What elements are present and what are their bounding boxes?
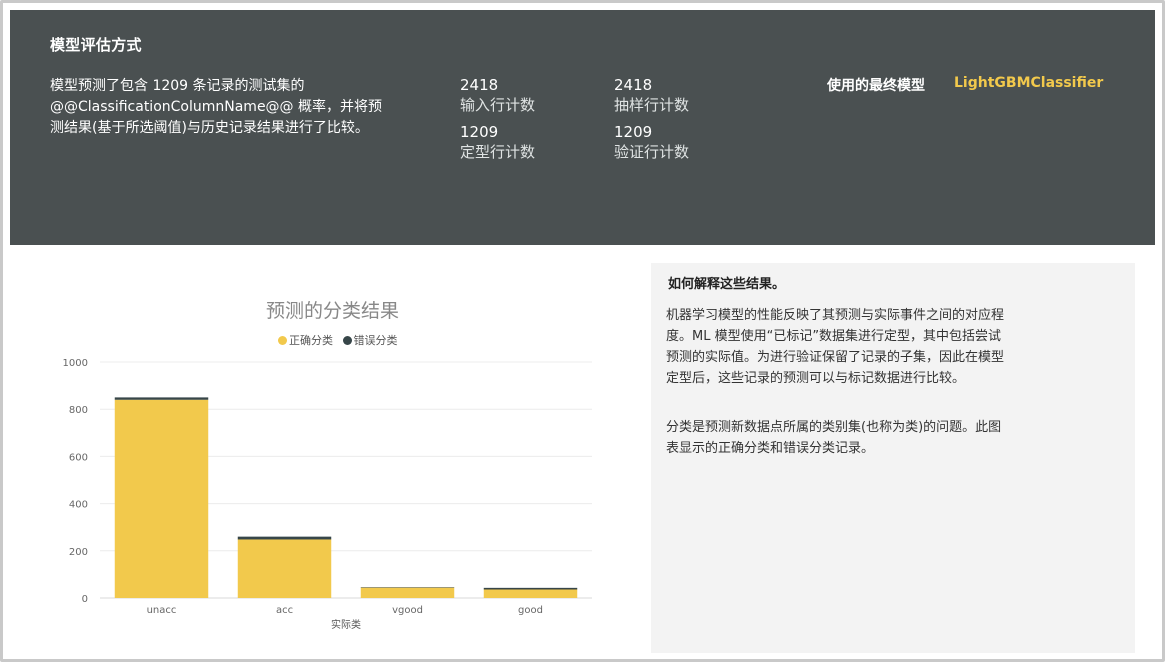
header-title: 模型评估方式 — [50, 36, 142, 54]
stat-value: 1209 — [460, 123, 499, 141]
stat-value: 2418 — [614, 76, 653, 94]
stat-value: 1209 — [614, 123, 653, 141]
interpretation-panel: 如何解释这些结果。 机器学习模型的性能反映了其预测与实际事件之间的对应程度。ML… — [651, 263, 1135, 653]
classification-chart: 预测的分类结果 正确分类 错误分类 0 200 400 600 800 1000 unacc… — [0, 250, 640, 655]
stat-label: 输入行计数 — [460, 96, 536, 114]
stat-label: 抽样行计数 — [614, 96, 690, 114]
y-tick-label: 0 — [82, 594, 88, 605]
header-description: 模型预测了包含 1209 条记录的测试集的 @@ClassificationCo… — [50, 78, 383, 136]
x-axis-title: 实际类 — [331, 618, 361, 631]
stat-label: 验证行计数 — [614, 143, 690, 161]
x-tick-label: good — [518, 605, 543, 616]
final-model-label: 使用的最终模型 — [827, 78, 925, 94]
chart-plot-area: 0 200 400 600 800 1000 unacc acc vgood good 实际类 — [63, 358, 592, 631]
bar-unacc-incorrect — [114, 397, 209, 400]
info-paragraph-1: 机器学习模型的性能反映了其预测与实际事件之间的对应程度。ML 模型使用“已标记”… — [666, 308, 1005, 386]
final-model-value: LightGBMClassifier — [954, 75, 1104, 91]
stat-sampled-rows: 2418 抽样行计数 — [614, 76, 689, 115]
bar-vgood-correct — [360, 587, 455, 598]
bar-acc-incorrect — [237, 536, 332, 540]
info-title: 如何解释这些结果。 — [668, 277, 786, 292]
bar-good-incorrect — [483, 587, 578, 590]
stat-input-rows: 2418 输入行计数 — [460, 76, 535, 115]
stat-validation-rows: 1209 验证行计数 — [614, 123, 689, 162]
evaluation-header-panel: 模型评估方式 模型预测了包含 1209 条记录的测试集的 @@Classific… — [10, 10, 1155, 245]
bar-acc-correct — [237, 539, 332, 598]
y-tick-label: 1000 — [63, 358, 88, 369]
y-tick-label: 400 — [69, 500, 88, 511]
stat-label: 定型行计数 — [460, 143, 536, 161]
stat-value: 2418 — [460, 76, 499, 94]
y-tick-label: 600 — [69, 452, 88, 463]
x-tick-label: unacc — [147, 605, 177, 616]
y-tick-label: 200 — [69, 547, 88, 558]
bar-good-correct — [483, 589, 578, 598]
stat-training-rows: 1209 定型行计数 — [460, 123, 535, 162]
y-tick-label: 800 — [69, 405, 88, 416]
info-paragraph-2: 分类是预测新数据点所属的类别集(也称为类)的问题。此图表显示的正确分类和错误分类… — [666, 420, 1002, 456]
x-tick-label: vgood — [392, 605, 423, 616]
x-tick-label: acc — [276, 605, 293, 616]
bar-unacc-correct — [114, 399, 209, 598]
